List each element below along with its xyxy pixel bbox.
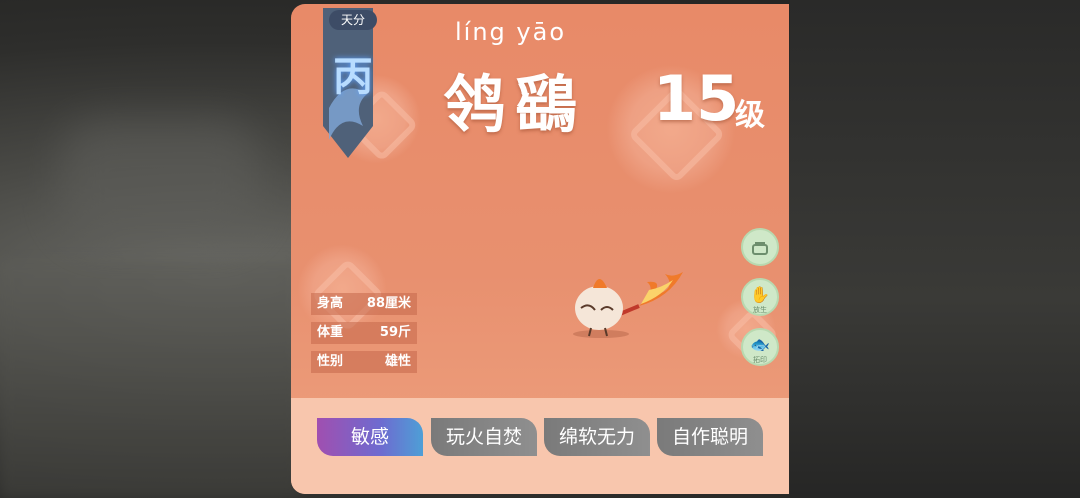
stat-value: 88厘米 — [366, 296, 411, 311]
stat-weight: 体重 59斤 — [311, 322, 417, 344]
emblem-watermark — [297, 244, 387, 334]
pet-info-card: 天分 丙 líng yāo 鸰鷂 15 级 ✋ 放生 🐟 拓印 身高 88厘米 … — [291, 4, 789, 494]
rubbing-icon: 🐟 — [750, 335, 770, 354]
trait-badge[interactable]: 绵软无力 — [544, 418, 650, 456]
trait-badge[interactable]: 敏感 — [317, 418, 423, 456]
release-button[interactable]: ✋ 放生 — [741, 278, 779, 316]
pet-sprite — [573, 272, 683, 338]
stat-key: 身高 — [317, 296, 344, 311]
stat-value: 雄性 — [384, 354, 411, 369]
pet-name: 鸰鷂 — [443, 68, 588, 141]
talent-grade: 丙 — [333, 54, 373, 100]
trait-badge[interactable]: 自作聪明 — [657, 418, 763, 456]
stat-gender: 性别 雄性 — [311, 351, 417, 373]
lock-button[interactable] — [741, 228, 779, 266]
background-blur — [60, 120, 260, 240]
release-label: 放生 — [753, 306, 767, 314]
stat-height: 身高 88厘米 — [311, 293, 417, 315]
rubbing-label: 拓印 — [753, 356, 767, 364]
rubbing-button[interactable]: 🐟 拓印 — [741, 328, 779, 366]
background-blur — [790, 0, 1080, 498]
trait-badge[interactable]: 玩火自焚 — [431, 418, 537, 456]
pet-level-number: 15 — [653, 62, 740, 135]
talent-label: 天分 — [329, 10, 377, 30]
background-blur — [0, 260, 300, 498]
lock-icon — [743, 239, 777, 261]
trait-bar: 敏感 玩火自焚 绵软无力 自作聪明 — [291, 398, 789, 494]
stat-key: 体重 — [317, 325, 344, 340]
pet-name-pinyin: líng yāo — [455, 18, 567, 46]
stat-value: 59斤 — [379, 325, 411, 340]
stat-key: 性别 — [317, 354, 344, 369]
pet-level-unit: 级 — [735, 98, 765, 133]
release-icon: ✋ — [750, 285, 770, 304]
